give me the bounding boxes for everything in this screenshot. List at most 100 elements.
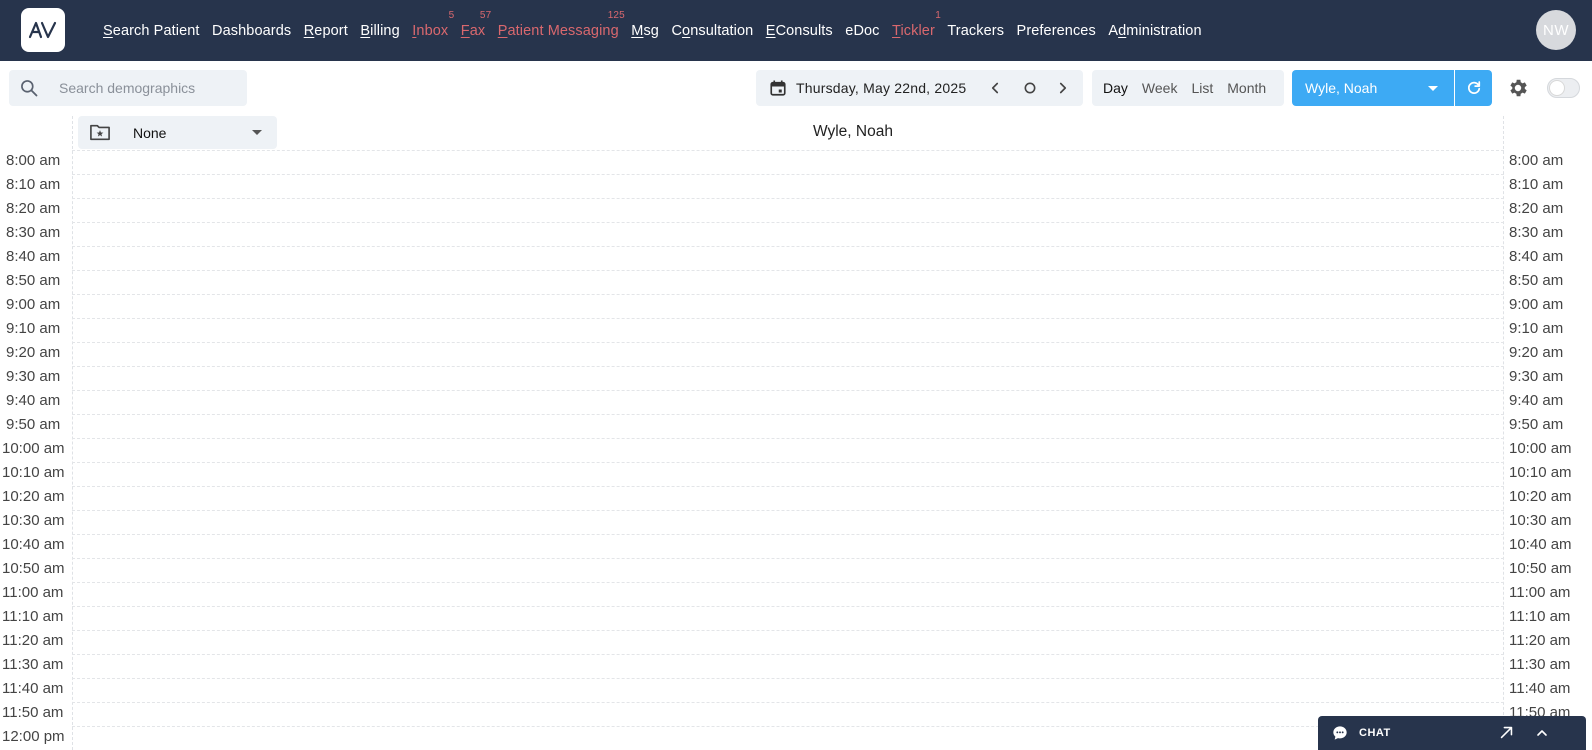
- time-slot-row[interactable]: 8:40 am 8:40 am: [0, 246, 1592, 270]
- view-option-list[interactable]: List: [1188, 80, 1216, 96]
- time-label-left: 9:20 am: [6, 344, 61, 361]
- time-slot-row[interactable]: 10:40 am 10:40 am: [0, 534, 1592, 558]
- nav-item[interactable]: Msg: [631, 23, 659, 39]
- time-label-left: 9:10 am: [6, 320, 61, 337]
- time-slot-row[interactable]: 9:10 am 9:10 am: [0, 318, 1592, 342]
- time-slot-row[interactable]: 11:30 am 11:30 am: [0, 654, 1592, 678]
- user-avatar[interactable]: NW: [1536, 10, 1576, 50]
- schedule-template-select[interactable]: None: [78, 116, 277, 149]
- nav-item-label-end: eport: [314, 22, 348, 39]
- nav-item[interactable]: EConsults: [766, 23, 833, 39]
- slot-divider: [72, 342, 1504, 343]
- chat-widget[interactable]: CHAT: [1318, 716, 1586, 750]
- gear-icon[interactable]: [1507, 77, 1529, 99]
- time-slot-row[interactable]: 8:30 am 8:30 am: [0, 222, 1592, 246]
- time-label-left: 11:50 am: [2, 704, 64, 721]
- time-slot-row[interactable]: 8:20 am 8:20 am: [0, 198, 1592, 222]
- time-slot-row[interactable]: 10:20 am 10:20 am: [0, 486, 1592, 510]
- open-external-icon[interactable]: [1498, 724, 1515, 741]
- day-schedule-grid: 8:00 am 8:00 am 8:10 am 8:10 am 8:20 am 8:20 …: [0, 150, 1592, 750]
- slot-divider: [72, 366, 1504, 367]
- nav-item[interactable]: Administration: [1108, 23, 1201, 39]
- chevron-up-icon[interactable]: [1534, 725, 1550, 741]
- refresh-button[interactable]: [1455, 70, 1492, 106]
- time-label-left: 11:30 am: [2, 656, 64, 673]
- slot-divider: [72, 678, 1504, 679]
- chevron-left-icon[interactable]: [986, 79, 1004, 97]
- time-slot-row[interactable]: 10:00 am 10:00 am: [0, 438, 1592, 462]
- nav-item[interactable]: Fax 57: [461, 10, 491, 39]
- time-slot-row[interactable]: 8:00 am 8:00 am: [0, 150, 1592, 174]
- time-slot-row[interactable]: 10:10 am 10:10 am: [0, 462, 1592, 486]
- slot-divider: [72, 582, 1504, 583]
- time-slot-row[interactable]: 11:20 am 11:20 am: [0, 630, 1592, 654]
- time-slot-row[interactable]: 9:40 am 9:40 am: [0, 390, 1592, 414]
- slot-divider: [72, 558, 1504, 559]
- nav-item[interactable]: eDoc: [845, 23, 879, 39]
- search-icon[interactable]: [19, 78, 39, 98]
- time-label-right: 11:00 am: [1509, 584, 1571, 601]
- time-slot-row[interactable]: 9:30 am 9:30 am: [0, 366, 1592, 390]
- chevron-right-icon[interactable]: [1054, 79, 1072, 97]
- provider-select[interactable]: Wyle, Noah: [1292, 70, 1454, 106]
- nav-item[interactable]: Preferences: [1017, 23, 1096, 39]
- chat-bubble-icon: [1333, 726, 1347, 740]
- app-logo[interactable]: [21, 8, 65, 52]
- today-circle-icon[interactable]: [1022, 80, 1038, 96]
- time-slot-row[interactable]: 10:30 am 10:30 am: [0, 510, 1592, 534]
- time-slot-row[interactable]: 11:10 am 11:10 am: [0, 606, 1592, 630]
- provider-column-header: Wyle, Noah: [813, 123, 893, 140]
- nav-item[interactable]: Dashboards: [212, 23, 291, 39]
- slot-divider: [72, 318, 1504, 319]
- time-slot-row[interactable]: 9:20 am 9:20 am: [0, 342, 1592, 366]
- time-label-left: 8:50 am: [6, 272, 61, 289]
- slot-divider: [72, 414, 1504, 415]
- time-label-right: 8:40 am: [1509, 248, 1564, 265]
- calendar-icon[interactable]: [769, 79, 787, 97]
- time-slot-row[interactable]: 9:00 am 9:00 am: [0, 294, 1592, 318]
- slot-divider: [72, 654, 1504, 655]
- time-slot-row[interactable]: 11:00 am 11:00 am: [0, 582, 1592, 606]
- nav-item[interactable]: Billing: [360, 23, 399, 39]
- view-option-day[interactable]: Day: [1100, 80, 1131, 96]
- time-slot-row[interactable]: 10:50 am 10:50 am: [0, 558, 1592, 582]
- time-label-right: 10:30 am: [1509, 512, 1572, 529]
- time-slot-row[interactable]: 9:50 am 9:50 am: [0, 414, 1592, 438]
- time-label-right: 10:20 am: [1509, 488, 1572, 505]
- nav-item[interactable]: Trackers: [947, 23, 1004, 39]
- time-label-left: 8:10 am: [6, 176, 61, 193]
- nav-item-label-start: eDoc: [845, 22, 880, 39]
- time-label-left: 10:20 am: [2, 488, 65, 505]
- time-label-left: 10:00 am: [2, 440, 65, 457]
- time-label-left: 9:30 am: [6, 368, 61, 385]
- chat-title: CHAT: [1359, 727, 1391, 739]
- time-label-left: 10:50 am: [2, 560, 65, 577]
- time-label-right: 8:10 am: [1509, 176, 1564, 193]
- slot-divider: [72, 462, 1504, 463]
- time-slot-row[interactable]: 11:40 am 11:40 am: [0, 678, 1592, 702]
- slot-divider: [72, 150, 1504, 151]
- nav-item-label-end: sg: [643, 22, 659, 39]
- time-slot-row[interactable]: 8:50 am 8:50 am: [0, 270, 1592, 294]
- nav-item[interactable]: Report: [304, 23, 348, 39]
- nav-item-label-start: C: [671, 22, 683, 39]
- display-toggle[interactable]: [1547, 78, 1580, 98]
- time-label-left: 8:30 am: [6, 224, 61, 241]
- nav-item[interactable]: Inbox 5: [412, 10, 454, 39]
- nav-item-label-end: nbox: [416, 22, 449, 39]
- nav-item[interactable]: Search Patient: [103, 23, 200, 39]
- patient-search-box: [9, 70, 247, 106]
- time-label-left: 11:20 am: [2, 632, 64, 649]
- slot-divider: [72, 438, 1504, 439]
- current-date[interactable]: Thursday, May 22nd, 2025: [796, 80, 966, 96]
- nav-item[interactable]: Consultation: [671, 23, 753, 39]
- view-option-week[interactable]: Week: [1139, 80, 1181, 96]
- view-option-month[interactable]: Month: [1224, 80, 1269, 96]
- time-label-left: 12:00 pm: [2, 728, 65, 745]
- nav-item[interactable]: Tickler 1: [892, 10, 941, 39]
- top-navigation-bar: Search Patient Dashboards Report Billing Inb…: [0, 0, 1592, 61]
- time-slot-row[interactable]: 8:10 am 8:10 am: [0, 174, 1592, 198]
- search-input[interactable]: [59, 70, 239, 106]
- nav-item[interactable]: Patient Messaging 125: [498, 10, 625, 39]
- time-label-left: 9:50 am: [6, 416, 61, 433]
